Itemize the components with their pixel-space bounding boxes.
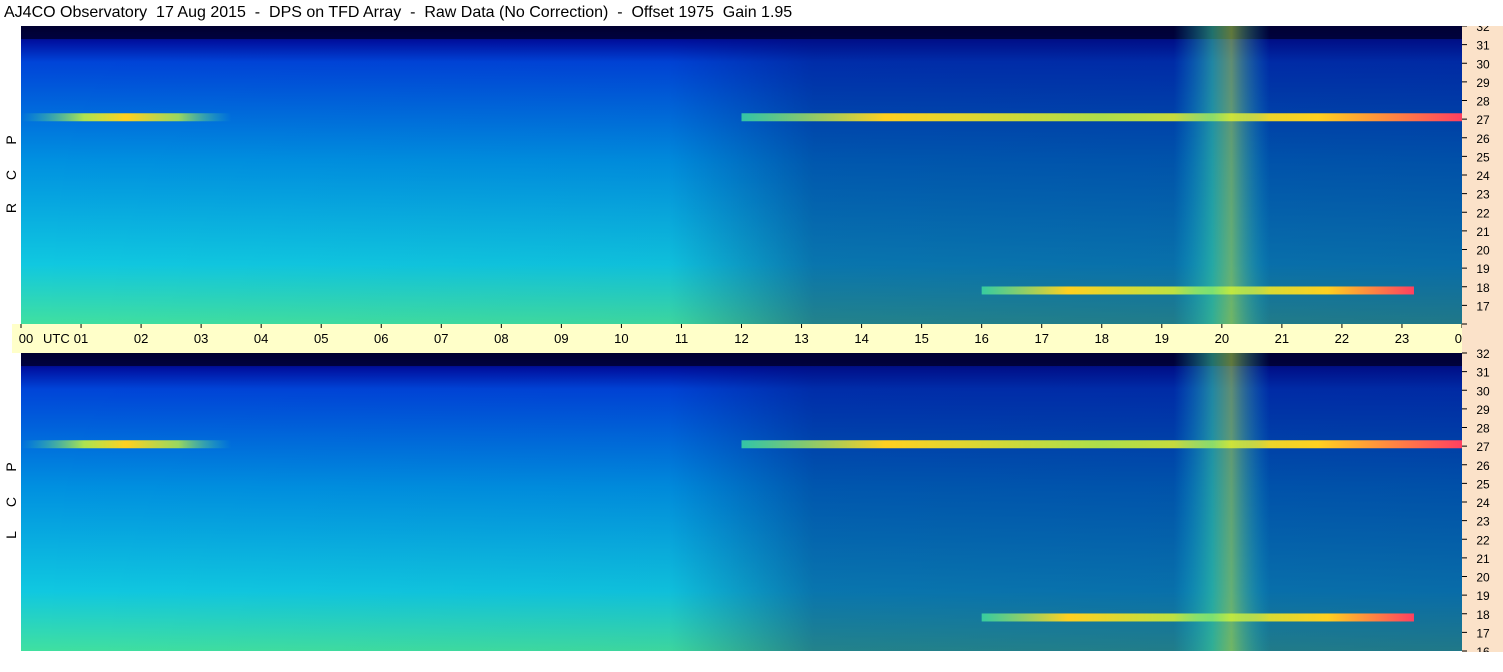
time-tick-label: 12 [734,331,748,346]
rcp-spectrogram [21,26,1462,324]
freq-tick-label: 21 [1476,552,1490,566]
time-tick-label: 07 [434,331,448,346]
time-tick-label: 00 [1455,331,1462,346]
freq-tick-label: 31 [1476,366,1490,380]
time-tick-label: 14 [854,331,868,346]
freq-tick-label: 28 [1476,422,1490,436]
freq-tick-label: 18 [1476,281,1490,295]
time-tick-label: 05 [314,331,328,346]
freq-tick-label: 24 [1476,496,1490,510]
freq-tick-label: 20 [1476,244,1490,258]
freq-tick-label: 17 [1476,626,1490,640]
freq-tick-label: 18 [1476,608,1490,622]
time-tick-label: 08 [494,331,508,346]
freq-tick-label: 25 [1476,477,1490,491]
signal-band [21,113,232,122]
time-tick-label: 21 [1275,331,1289,346]
time-tick-label: 15 [914,331,928,346]
freq-tick-label: 26 [1476,132,1490,146]
lcp-letter-p: P [3,462,19,472]
time-tick-label: 11 [675,331,689,346]
signal-band [21,440,232,449]
time-tick-label: 18 [1095,331,1109,346]
time-tick-label: 09 [554,331,568,346]
time-tick-label: 03 [194,331,208,346]
freq-tick-label: 31 [1476,39,1490,53]
freq-tick-label: 28 [1476,95,1490,109]
freq-tick-label: 22 [1476,533,1490,547]
time-tick-label: 19 [1155,331,1169,346]
lcp-spectrogram [21,353,1462,651]
signal-band [741,440,1462,449]
time-tick-label: 00 [19,331,33,346]
time-tick-label: 02 [134,331,148,346]
rcp-letter-c: C [3,169,19,181]
time-tick-label: 22 [1335,331,1349,346]
time-tick-label: 06 [374,331,388,346]
freq-tick-label: 19 [1476,589,1490,603]
chart-title: AJ4CO Observatory 17 Aug 2015 - DPS on T… [4,4,793,21]
time-tick-label: 23 [1395,331,1409,346]
frequency-axis: 32 31 30 29 28 27 26 25 24 23 22 21 20 19 18 17 32 31 30 29… [1462,26,1503,652]
freq-tick-label: 17 [1476,299,1490,313]
freq-tick-label: 19 [1476,262,1490,276]
time-tick-label: 17 [1034,331,1048,346]
freq-tick-label: 23 [1476,188,1490,202]
utc-unit-label: UTC [43,331,70,346]
time-tick-label: 16 [974,331,988,346]
rcp-letter-r: R [3,202,19,214]
time-tick-label: 20 [1215,331,1229,346]
freq-tick-label: 27 [1476,440,1490,454]
time-tick-label: 01 [74,331,88,346]
rcp-letter-p: P [3,135,19,145]
freq-tick-label: 32 [1476,347,1490,361]
freq-tick-label: 26 [1476,459,1490,473]
radio-burst [1173,26,1270,324]
freq-tick-label: 30 [1476,57,1490,71]
time-tick-label: 13 [794,331,808,346]
freq-tick-label: 24 [1476,169,1490,183]
freq-tick-label: 16 [1476,645,1490,652]
radio-burst [1173,353,1270,651]
time-tick-label: 04 [254,331,268,346]
freq-tick-label: 21 [1476,225,1490,239]
freq-tick-label: 27 [1476,113,1490,127]
freq-tick-label: 20 [1476,571,1490,585]
freq-tick-label: 23 [1476,515,1490,529]
signal-band [741,113,1462,122]
time-axis: 00 01 02 03 04 05 06 07 08 09 10 11 12 13 14 15 16 17 18 19… [12,324,1462,353]
time-tick-label: 10 [614,331,628,346]
freq-tick-label: 29 [1476,403,1490,417]
freq-tick-label: 25 [1476,150,1490,164]
freq-tick-label: 30 [1476,384,1490,398]
freq-tick-label: 22 [1476,206,1490,220]
lcp-letter-c: C [3,496,19,508]
freq-tick-label: 32 [1476,26,1490,34]
freq-tick-label: 29 [1476,76,1490,90]
lcp-letter-l: L [3,531,19,539]
